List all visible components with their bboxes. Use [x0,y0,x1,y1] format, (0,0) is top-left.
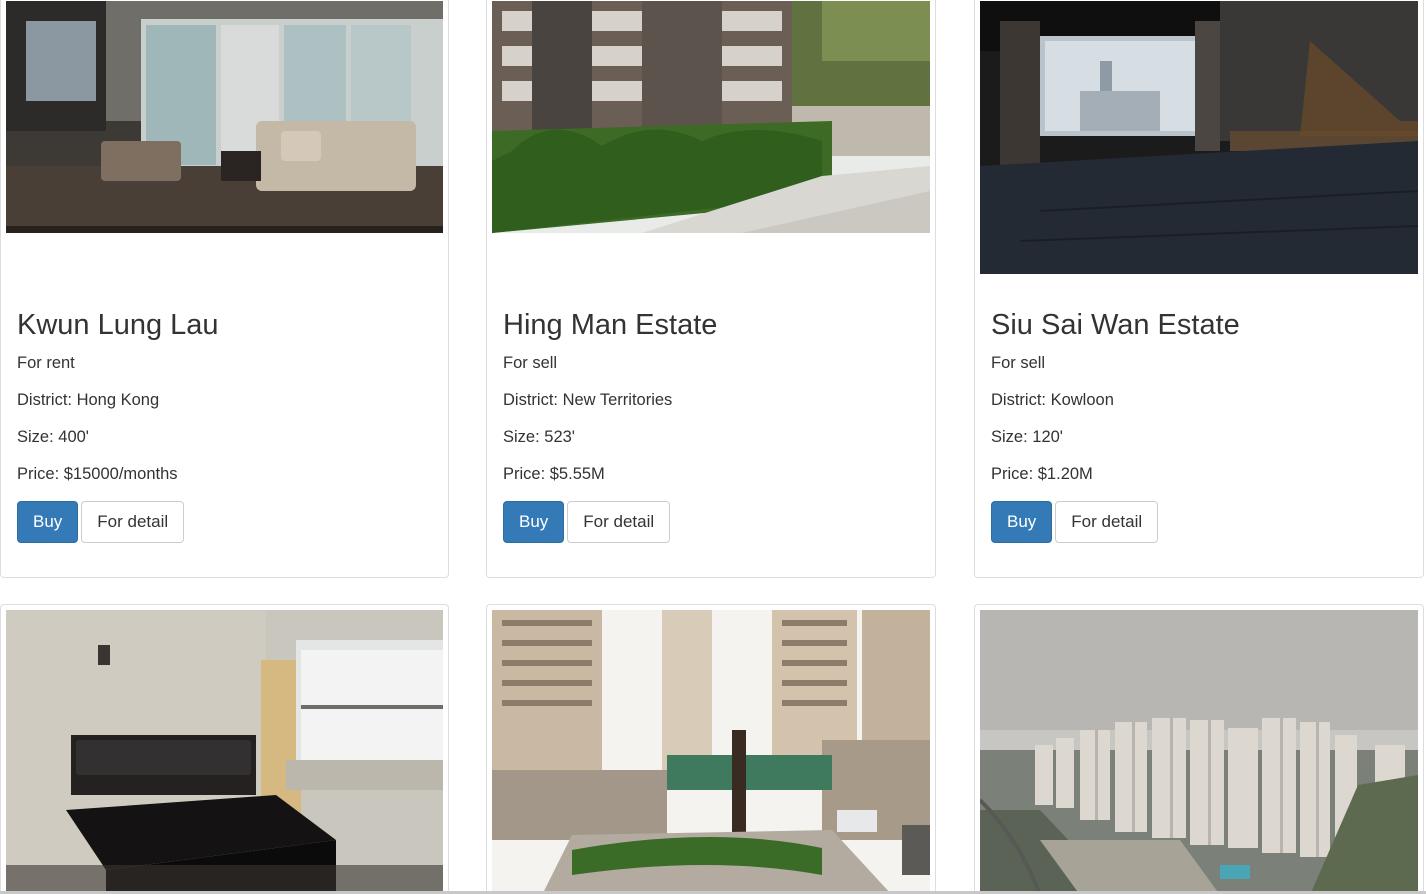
bedroom-photo [6,610,443,894]
listing-photo[interactable] [6,610,443,894]
for-detail-button[interactable]: For detail [567,501,671,543]
listing-title: Hing Man Estate [503,309,718,341]
listing-size: Size: 523' [503,428,575,446]
listing-card [0,604,449,894]
listing-photo[interactable] [492,610,930,894]
listing-actions: Buy For detail [503,501,919,543]
estate-courtyard-photo [492,610,930,894]
estate-garden-photo [492,1,930,233]
listing-photo[interactable] [6,1,443,233]
skyline-photo [980,610,1418,894]
listing-price: Price: $15000/months [17,465,178,483]
listing-card: Kwun Lung Lau For rent District: Hong Ko… [0,0,449,578]
listing-type: For sell [991,354,1046,372]
listing-photo[interactable] [980,610,1418,894]
buy-button[interactable]: Buy [991,501,1053,543]
listing-district: District: Kowloon [991,391,1114,409]
listing-card [974,604,1424,894]
buy-button[interactable]: Buy [17,501,79,543]
property-listing-grid: Kwun Lung Lau For rent District: Hong Ko… [0,0,1426,894]
listing-card: Hing Man Estate For sell District: New T… [486,0,936,578]
for-detail-button[interactable]: For detail [81,501,185,543]
listing-actions: Buy For detail [17,501,432,543]
listing-district: District: Hong Kong [17,391,160,409]
empty-room-photo [980,1,1418,274]
listing-price: Price: $1.20M [991,465,1093,483]
listing-district: District: New Territories [503,391,673,409]
listing-title: Siu Sai Wan Estate [991,309,1240,341]
listing-size: Size: 120' [991,428,1063,446]
living-room-photo [6,1,443,233]
for-detail-button[interactable]: For detail [1055,501,1159,543]
listing-photo[interactable] [492,1,930,233]
listing-type: For sell [503,354,558,372]
listing-size: Size: 400' [17,428,89,446]
listing-actions: Buy For detail [991,501,1407,543]
listing-type: For rent [17,354,75,372]
listing-price: Price: $5.55M [503,465,605,483]
listing-photo[interactable] [980,1,1418,274]
listing-card: Siu Sai Wan Estate For sell District: Ko… [974,0,1424,578]
listing-title: Kwun Lung Lau [17,309,219,341]
listing-card [486,604,936,894]
buy-button[interactable]: Buy [503,501,565,543]
